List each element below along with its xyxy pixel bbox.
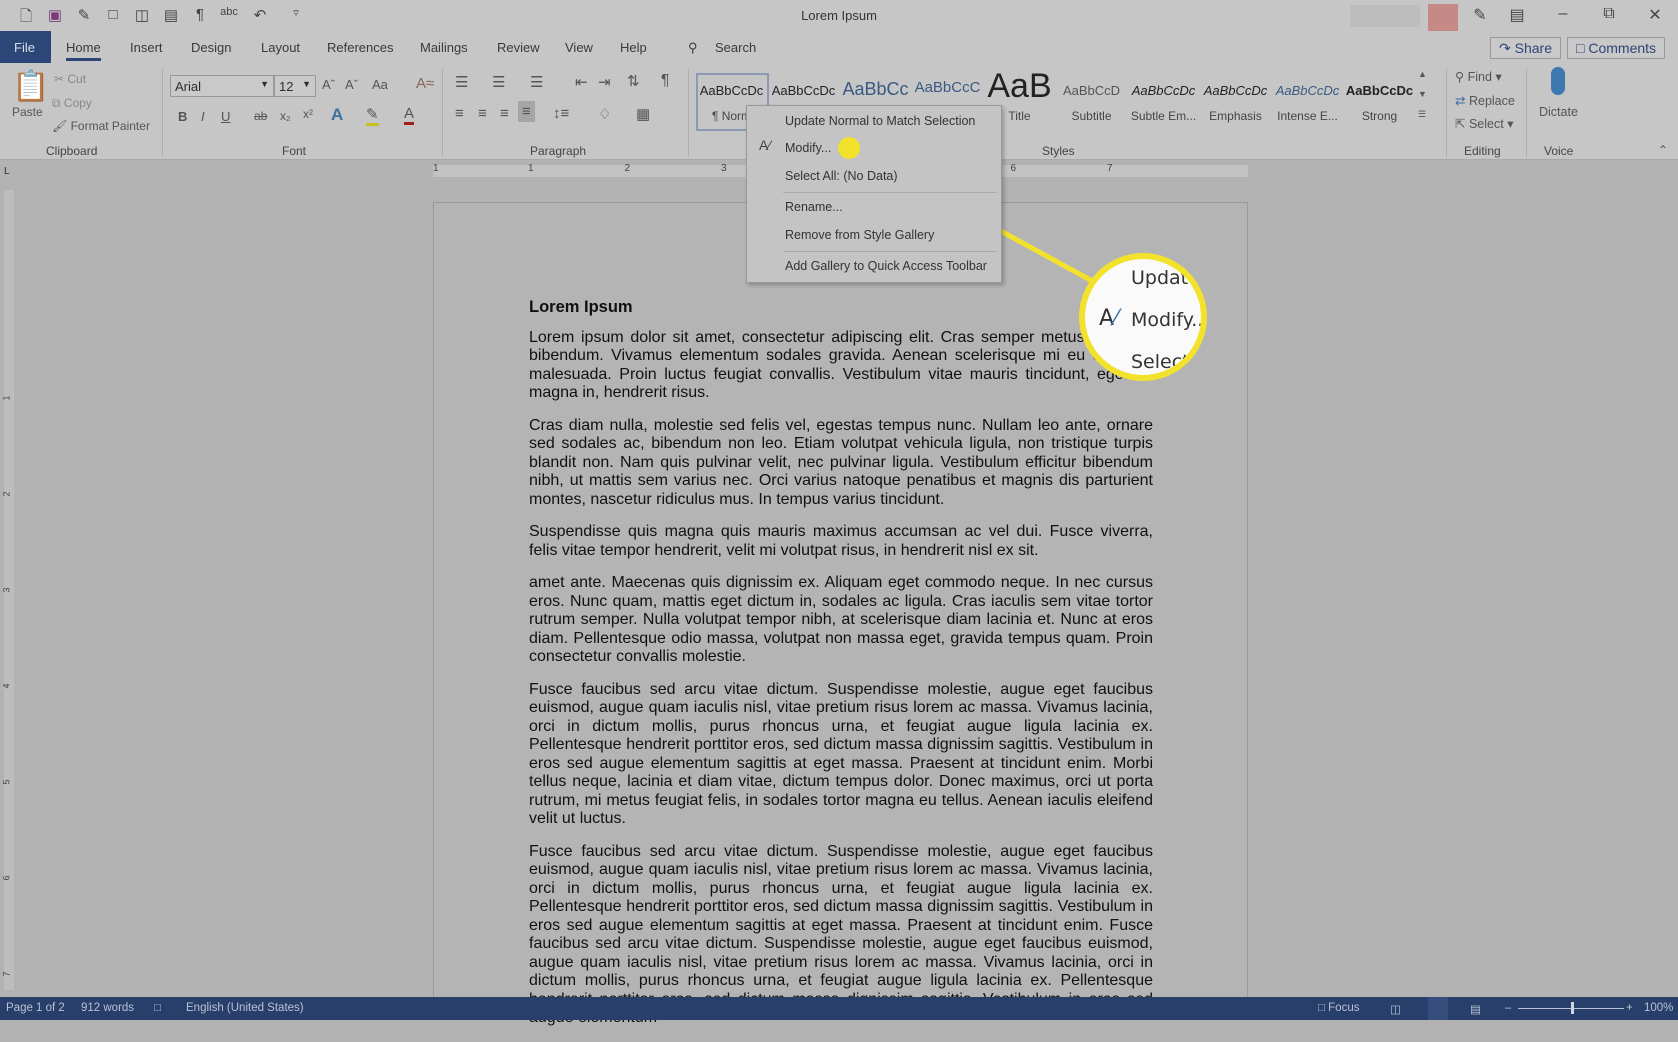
magnified-update: Update — [1131, 267, 1200, 289]
web-layout-icon[interactable]: ▤ — [1470, 1002, 1481, 1016]
menu-item-update-normal[interactable]: Update Normal to Match Selection — [785, 114, 975, 128]
zoom-level[interactable]: 100% — [1644, 1002, 1673, 1014]
menu-item-rename[interactable]: Rename... — [785, 200, 843, 214]
zoom-out-icon[interactable]: – — [1505, 1002, 1511, 1014]
proofing-icon[interactable]: □ — [154, 1002, 161, 1014]
zoom-slider-thumb[interactable] — [1571, 1002, 1574, 1014]
focus-label: Focus — [1328, 1002, 1360, 1014]
menu-separator — [783, 192, 997, 193]
word-count[interactable]: 912 words — [81, 1002, 134, 1014]
modify-style-icon: A⁄ — [759, 137, 771, 153]
style-context-menu: Update Normal to Match Selection A⁄ Modi… — [746, 105, 1002, 283]
magnifier-callout: Update A⁄ Modify... Select A — [1079, 253, 1207, 381]
language[interactable]: English (United States) — [186, 1002, 304, 1014]
menu-item-modify[interactable]: Modify... — [785, 141, 831, 155]
menu-item-select-all[interactable]: Select All: (No Data) — [785, 169, 898, 183]
print-layout-view-icon[interactable] — [1428, 997, 1448, 1020]
page-count[interactable]: Page 1 of 2 — [6, 1002, 65, 1014]
menu-item-remove-from-gallery[interactable]: Remove from Style Gallery — [785, 228, 934, 242]
magnified-modify-icon: A⁄ — [1099, 306, 1118, 331]
zoom-in-icon[interactable]: + — [1626, 1002, 1633, 1014]
magnified-modify: Modify... — [1131, 309, 1207, 331]
menu-item-add-gallery-qat[interactable]: Add Gallery to Quick Access Toolbar — [785, 259, 987, 273]
focus-button[interactable]: □ Focus — [1318, 1002, 1359, 1014]
read-mode-icon[interactable]: ◫ — [1390, 1002, 1401, 1016]
callout-dot — [838, 137, 860, 159]
menu-separator — [783, 251, 997, 252]
status-bar: Page 1 of 2 912 words □ English (United … — [0, 997, 1678, 1020]
